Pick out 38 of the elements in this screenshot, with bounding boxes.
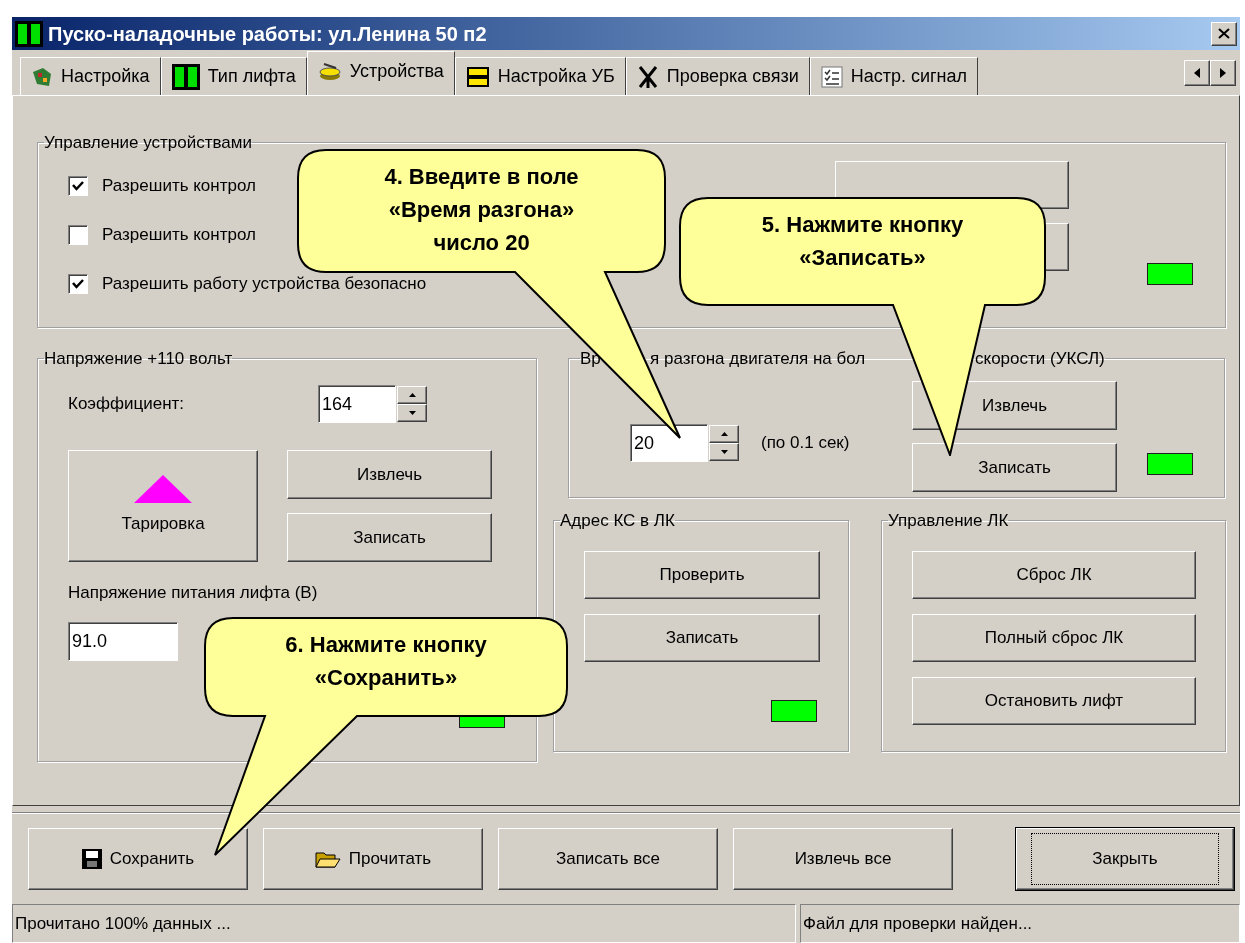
write-button[interactable]: Записать	[912, 443, 1117, 492]
tab[interactable]: Настройка УБ	[454, 57, 626, 95]
button[interactable]: Сброс ЛК	[912, 551, 1196, 599]
group-title: Адрес КС в ЛК	[560, 512, 675, 529]
write-button[interactable]: Записать	[287, 513, 492, 562]
group-title: Вр	[580, 350, 602, 367]
tab[interactable]: Настр. сигнал	[809, 57, 979, 95]
checkbox-label: Разрешить контрол	[102, 224, 256, 247]
calibrate-button[interactable]: Тарировка	[68, 450, 258, 562]
field-label: Напряжение питания лифта (В)	[68, 582, 319, 604]
save-button[interactable]: Сохранить	[28, 828, 248, 890]
group-title: Напряжение +110 вольт	[44, 350, 233, 367]
voltage-field[interactable]: 91.0	[68, 621, 178, 661]
status-text: Прочитано 100% данных ...	[12, 904, 796, 943]
extract-button[interactable]: Извлечь	[287, 450, 492, 499]
checkbox-label: Разрешить контрол	[102, 175, 256, 198]
number-field[interactable]: 20	[630, 424, 708, 462]
button[interactable]: Полный сброс ЛК	[912, 614, 1196, 662]
tab[interactable]: Устройства	[306, 51, 455, 95]
button[interactable]: Записать все	[498, 828, 718, 890]
window-title: Пуско-наладочные работы: ул.Ленина 50 п2	[48, 21, 487, 47]
group-title: я разгона двигателя на бол	[650, 350, 867, 367]
checkbox-label: Разрешить работу устройства безопасно	[102, 273, 427, 296]
button[interactable]: Записать	[584, 614, 820, 662]
button[interactable]: Проверить	[584, 551, 820, 599]
tab[interactable]: Проверка связи	[625, 57, 810, 95]
tab[interactable]: Настройка	[20, 57, 161, 95]
field-label: Коэффициент:	[68, 393, 186, 416]
number-field[interactable]: 164	[318, 385, 396, 423]
status-text: Файл для проверки найден...	[800, 904, 1240, 943]
group-title: Управление ЛК	[888, 512, 1009, 529]
tab[interactable]: Тип лифта	[160, 57, 307, 95]
group-title: Управление устройствами	[44, 134, 252, 151]
button[interactable]: Остановить лифт	[912, 677, 1196, 725]
group-title: скорости (УКСЛ)	[975, 350, 1105, 367]
button[interactable]: Закрыть	[1016, 828, 1234, 890]
unit-label: (по 0.1 сек)	[761, 432, 851, 455]
button[interactable]: Извлечь все	[733, 828, 953, 890]
